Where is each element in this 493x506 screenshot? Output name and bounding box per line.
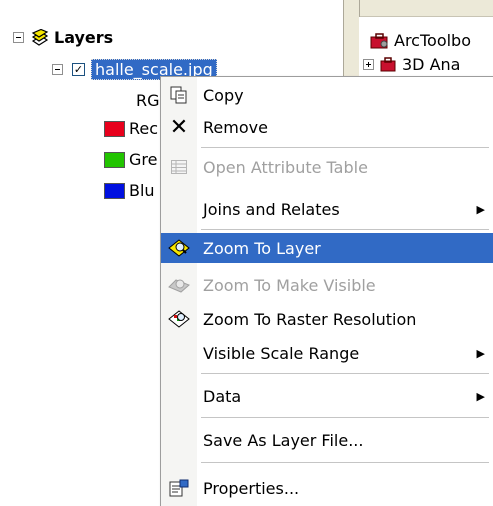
menu-item-data[interactable]: Data ▶ [161,381,493,411]
menu-item-copy[interactable]: Copy [161,80,493,110]
menu-item-label: Save As Layer File... [203,430,364,450]
menu-separator [201,417,489,418]
menu-item-label: Remove [203,117,268,137]
remove-x-icon: ✕ [169,114,189,140]
menu-item-label: Zoom To Raster Resolution [203,309,417,329]
layer-context-menu: Copy ✕ Remove Open Attribute Table Joins… [160,76,493,506]
expand-icon[interactable] [363,59,374,70]
submenu-arrow-icon: ▶ [476,346,485,360]
menu-item-label: Copy [203,85,244,105]
band-label: Gre [129,150,158,169]
menu-item-properties[interactable]: Properties... [161,473,493,503]
menu-item-label: Zoom To Layer [203,238,321,258]
arctoolbox-label: ArcToolbo [394,31,471,50]
renderer-label: RG [136,91,160,110]
menu-item-label: Joins and Relates [203,199,340,219]
submenu-arrow-icon: ▶ [476,202,485,216]
band-label: Blu [129,181,155,200]
copy-icon [161,86,197,104]
toolbox-item-label: 3D Ana [402,55,461,74]
toolbox-icon [370,32,390,50]
layers-dataframe-row[interactable]: Layers [13,28,113,47]
zoom-visible-icon [161,275,197,295]
band-row-blue[interactable]: Blu [104,181,155,200]
menu-item-label: Data [203,386,242,406]
menu-separator [201,229,489,230]
collapse-icon[interactable] [52,64,63,75]
layer-visibility-checkbox[interactable]: ✓ [72,63,85,76]
menu-item-save-layer-file[interactable]: Save As Layer File... [161,425,493,455]
menu-separator [201,373,489,374]
zoom-layer-icon [161,238,197,258]
red-swatch [104,120,125,137]
menu-item-joins-relates[interactable]: Joins and Relates ▶ [161,194,493,224]
layers-stack-icon [29,28,49,47]
blue-swatch [104,182,125,199]
zoom-raster-icon [161,309,197,329]
menu-item-label: Properties... [203,478,300,498]
band-label: Rec [129,119,159,138]
menu-item-label: Zoom To Make Visible [203,275,376,295]
menu-separator [201,462,489,463]
toolbox-icon [380,56,398,73]
table-icon [161,160,197,174]
menu-item-visible-scale-range[interactable]: Visible Scale Range ▶ [161,338,493,368]
renderer-label-row: RG [136,91,160,110]
menu-item-open-attribute-table[interactable]: Open Attribute Table [161,152,493,182]
band-row-green[interactable]: Gre [104,150,157,169]
submenu-arrow-icon: ▶ [476,389,485,403]
menu-item-label: Visible Scale Range [203,343,360,363]
menu-item-zoom-raster-resolution[interactable]: Zoom To Raster Resolution [161,304,493,334]
menu-item-label: Open Attribute Table [203,157,368,177]
menu-item-remove[interactable]: ✕ Remove [161,112,493,142]
layers-title: Layers [54,28,114,47]
green-swatch [104,151,125,168]
collapse-icon[interactable] [13,32,24,43]
properties-icon [161,479,197,497]
menu-item-zoom-make-visible[interactable]: Zoom To Make Visible [161,270,493,300]
arctoolbox-root-row[interactable]: ArcToolbo [370,31,471,50]
toolbox-item-3d-analyst[interactable]: 3D Ana [363,55,460,74]
menu-separator [201,147,489,148]
menu-item-zoom-to-layer[interactable]: Zoom To Layer [161,233,493,263]
band-row-red[interactable]: Rec [104,119,158,138]
